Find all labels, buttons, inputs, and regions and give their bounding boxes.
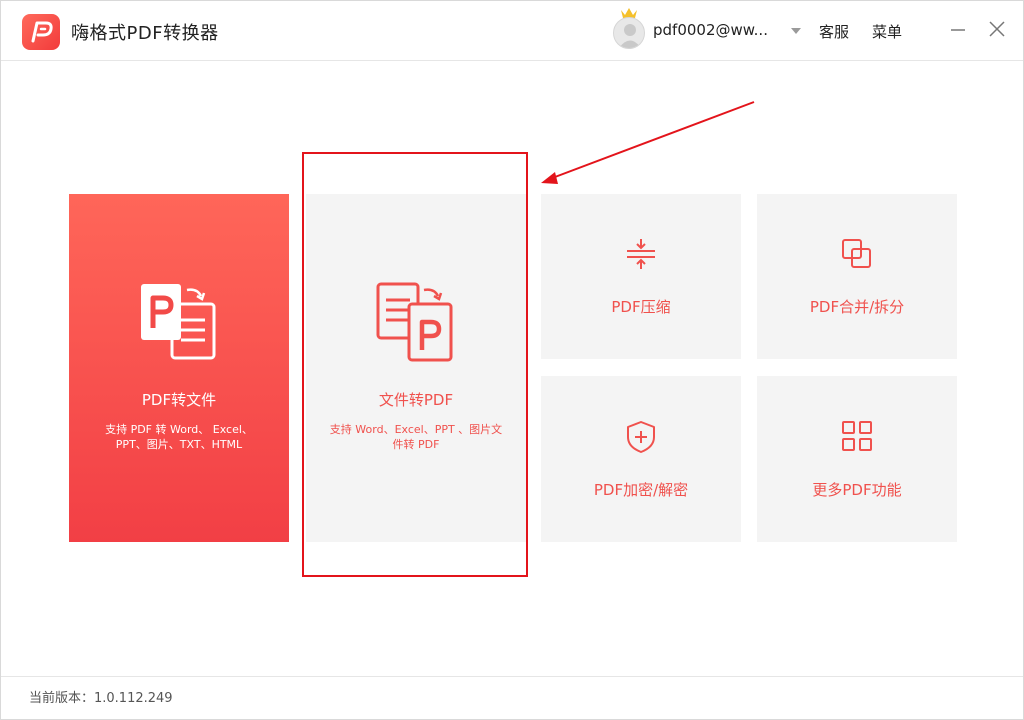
annotation-arrow-icon bbox=[531, 96, 761, 195]
more-pdf-features-card[interactable]: 更多PDF功能 bbox=[757, 376, 957, 542]
pdf-encrypt-label: PDF加密/解密 bbox=[593, 481, 689, 499]
merge-split-icon bbox=[841, 238, 873, 274]
dropdown-caret-icon[interactable] bbox=[791, 28, 801, 34]
more-pdf-features-label: 更多PDF功能 bbox=[812, 481, 902, 499]
compress-icon bbox=[625, 238, 657, 274]
grid-icon bbox=[841, 420, 873, 456]
close-icon[interactable] bbox=[985, 17, 1009, 41]
pdf-to-file-label: PDF转文件 bbox=[141, 391, 217, 409]
title-bar: 嗨格式PDF转换器 pdf0002@ww... 客服 菜单 bbox=[1, 1, 1023, 61]
pdf-to-file-desc-line1: 支持 PDF 转 Word、 Excel、 bbox=[105, 423, 253, 436]
app-window: 嗨格式PDF转换器 pdf0002@ww... 客服 菜单 PDF转文件 支持 … bbox=[0, 0, 1024, 720]
pdf-to-file-card[interactable]: PDF转文件 支持 PDF 转 Word、 Excel、 PPT、图片、TXT、… bbox=[69, 194, 289, 542]
footer-divider bbox=[1, 676, 1023, 677]
pdf-to-file-desc-line2: PPT、图片、TXT、HTML bbox=[115, 438, 243, 451]
pdf-compress-label: PDF压缩 bbox=[611, 298, 671, 316]
pdf-logo-icon bbox=[22, 14, 60, 50]
pdf-to-document-icon bbox=[139, 282, 219, 366]
pdf-encrypt-card[interactable]: PDF加密/解密 bbox=[541, 376, 741, 542]
avatar-icon[interactable] bbox=[613, 17, 645, 49]
file-to-pdf-card[interactable]: 文件转PDF 支持 Word、Excel、PPT 、图片文 件转 PDF bbox=[306, 194, 526, 542]
shield-plus-icon bbox=[625, 420, 657, 458]
file-to-pdf-label: 文件转PDF bbox=[378, 391, 454, 409]
username-label[interactable]: pdf0002@ww... bbox=[653, 21, 768, 39]
pdf-merge-split-card[interactable]: PDF合并/拆分 bbox=[757, 194, 957, 359]
file-to-pdf-desc-line2: 件转 PDF bbox=[392, 438, 440, 451]
version-label: 当前版本：1.0.112.249 bbox=[29, 691, 173, 706]
pdf-compress-card[interactable]: PDF压缩 bbox=[541, 194, 741, 359]
pdf-merge-split-label: PDF合并/拆分 bbox=[809, 298, 905, 316]
menu-link[interactable]: 菜单 bbox=[872, 21, 902, 42]
app-title: 嗨格式PDF转换器 bbox=[71, 23, 219, 44]
file-to-pdf-desc-line1: 支持 Word、Excel、PPT 、图片文 bbox=[329, 423, 503, 436]
document-to-pdf-icon bbox=[376, 282, 456, 366]
minimize-icon[interactable] bbox=[946, 17, 970, 41]
customer-service-link[interactable]: 客服 bbox=[819, 21, 849, 42]
